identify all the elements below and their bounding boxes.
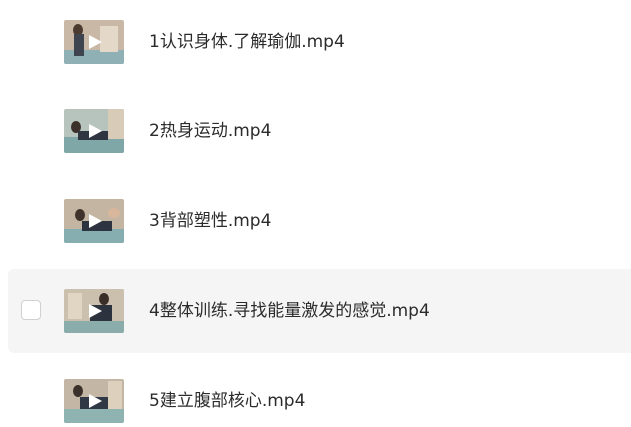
file-row[interactable]: 3背部塑性.mp4 xyxy=(8,179,631,263)
video-thumbnail[interactable] xyxy=(64,289,124,333)
play-icon xyxy=(89,35,102,49)
file-row[interactable]: 4整体训练.寻找能量激发的感觉.mp4 xyxy=(8,269,631,353)
file-name[interactable]: 2热身运动.mp4 xyxy=(149,119,271,143)
file-row[interactable]: 5建立腹部核心.mp4 xyxy=(8,359,631,427)
video-thumbnail[interactable] xyxy=(64,20,124,64)
file-name[interactable]: 5建立腹部核心.mp4 xyxy=(149,389,305,413)
file-row[interactable]: 1认识身体.了解瑜伽.mp4 xyxy=(8,0,631,84)
video-thumbnail[interactable] xyxy=(64,109,124,153)
play-icon xyxy=(89,214,102,228)
play-icon xyxy=(89,304,102,318)
file-name[interactable]: 3背部塑性.mp4 xyxy=(149,209,271,233)
video-thumbnail[interactable] xyxy=(64,379,124,423)
row-checkbox[interactable] xyxy=(21,300,41,320)
play-icon xyxy=(89,124,102,138)
video-thumbnail[interactable] xyxy=(64,199,124,243)
file-name[interactable]: 1认识身体.了解瑜伽.mp4 xyxy=(149,30,345,54)
file-row[interactable]: 2热身运动.mp4 xyxy=(8,89,631,173)
file-name[interactable]: 4整体训练.寻找能量激发的感觉.mp4 xyxy=(149,299,430,323)
play-icon xyxy=(89,394,102,408)
file-list: 1认识身体.了解瑜伽.mp4 2热身运动.mp4 3背部塑性.mp4 4整体训练… xyxy=(0,0,631,427)
